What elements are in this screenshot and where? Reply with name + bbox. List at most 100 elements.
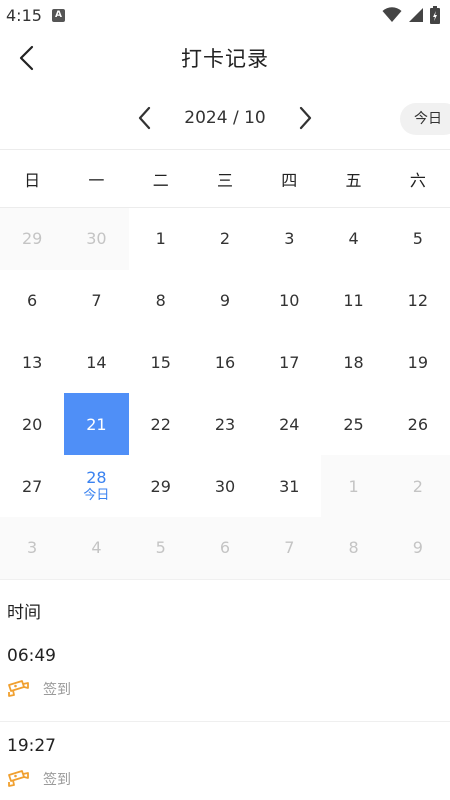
calendar-day-cell[interactable]: 5 [386,208,450,270]
day-number: 25 [343,414,364,434]
calendar-day-cell[interactable]: 7 [64,270,128,332]
calendar-day-cell[interactable]: 29 [0,208,65,270]
records-title: 时间 [7,602,41,623]
calendar-day-cell[interactable]: 31 [257,455,321,517]
calendar-day-cell[interactable]: 26 [386,393,450,455]
day-number: 22 [150,414,171,434]
calendar-day-cell[interactable]: 17 [257,332,321,394]
calendar-day-cell[interactable]: 23 [193,393,257,455]
day-number: 7 [91,291,102,311]
camera-icon [8,679,29,697]
calendar-day-cell[interactable]: 19 [386,332,450,394]
calendar-day-cell[interactable]: 21 [64,393,129,456]
calendar-day-cell[interactable]: 15 [129,332,193,394]
prev-month-button[interactable] [126,100,162,136]
calendar-day-cell[interactable]: 27 [0,455,64,517]
chevron-right-icon [299,106,311,129]
day-number: 9 [219,291,231,311]
weekday-label: 一 [88,170,105,190]
calendar-day-cell[interactable]: 3 [257,208,321,270]
calendar-day-cell[interactable]: 2 [193,208,257,270]
day-number: 1 [348,476,359,496]
calendar-day-cell[interactable]: 3 [0,516,65,579]
calendar-day-cell[interactable]: 25 [321,393,385,455]
calendar-day-cell[interactable]: 16 [193,332,257,394]
chevron-left-icon [19,45,34,71]
calendar-day-cell[interactable]: 30 [64,208,129,270]
day-number: 11 [343,291,364,311]
calendar-day-cell[interactable]: 5 [128,516,193,579]
day-number: 30 [214,476,236,496]
calendar-day-cell[interactable]: 18 [321,332,385,394]
page-title: 打卡记录 [181,47,269,71]
record-type-label: 签到 [43,681,71,698]
calendar-day-cell[interactable]: 28 今日 [64,455,128,517]
day-number: 5 [412,229,423,249]
calendar-day-cell[interactable]: 9 [385,516,450,579]
calendar-day-cell[interactable]: 13 [0,332,64,394]
calendar-day-cell[interactable]: 14 [64,332,128,394]
records-list: 06:49 签到 19:27 签到 [0,632,450,800]
day-number: 6 [219,538,231,558]
day-number: 27 [21,476,43,496]
day-number: 4 [91,538,102,558]
calendar-day-cell[interactable]: 4 [321,208,385,270]
record-type: 签到 [7,679,443,699]
calendar-day-cell[interactable]: 7 [257,516,322,579]
weekday-label: 三 [216,170,233,190]
record-type-label: 签到 [43,771,71,788]
calendar-day-cell[interactable]: 1 [321,455,386,517]
calendar-day-cell[interactable]: 30 [193,455,257,517]
day-number: 14 [86,352,107,372]
day-number: 26 [407,414,429,434]
day-number: 13 [21,352,43,372]
day-number: 1 [155,229,166,249]
day-number: 3 [284,229,295,249]
day-number: 16 [214,352,236,372]
status-right [382,6,440,24]
day-number: 28 [86,468,107,488]
calendar-day-cell[interactable]: 1 [129,208,193,270]
calendar-day-cell[interactable]: 29 [129,455,193,517]
app-bar: 打卡记录 [0,30,450,86]
calendar-day-cell[interactable]: 11 [321,270,385,332]
calendar-grid: 29 30 1 2 3 4 5 6 7 8 9 10 11 12 13 14 15 16 17 18 19 20 21 22 2… [0,208,450,579]
chevron-left-icon [139,106,151,129]
calendar-day-cell[interactable]: 12 [386,270,450,332]
status-bar: 4:15 A [0,0,450,30]
next-month-button[interactable] [288,100,324,136]
today-marker: 今日 [83,488,110,504]
calendar-day-cell[interactable]: 4 [64,516,129,579]
calendar-day-cell[interactable]: 6 [192,516,258,579]
day-number: 3 [27,538,38,558]
day-number: 6 [27,291,38,311]
signal-icon [409,8,423,22]
calendar-day-cell[interactable]: 8 [321,516,386,579]
calendar-day-cell[interactable]: 8 [129,270,193,332]
camera-icon [8,769,29,787]
calendar-day-cell[interactable]: 2 [385,455,450,517]
calendar-day-cell[interactable]: 24 [257,393,321,455]
wifi-icon [382,7,402,22]
status-time: 4:15 [6,5,42,25]
record-time: 19:27 [7,735,56,756]
week-header: 日 一 二 三 四 五 六 [0,150,450,208]
day-number: 9 [412,538,423,558]
record-time: 06:49 [7,645,56,666]
day-number: 29 [150,476,171,496]
day-number: 8 [155,291,166,311]
day-number: 2 [219,229,231,249]
day-number: 15 [150,352,171,372]
today-button[interactable]: 今日 [400,103,450,135]
calendar-day-cell[interactable]: 9 [193,270,257,332]
back-button[interactable] [6,38,46,78]
day-number: 10 [279,291,300,311]
day-number: 30 [86,229,107,249]
calendar-day-cell[interactable]: 6 [0,270,64,332]
record-type: 签到 [7,769,443,789]
calendar-day-cell[interactable]: 10 [257,270,321,332]
weekday-label: 二 [152,170,169,190]
calendar-day-cell[interactable]: 20 [0,393,64,455]
day-number: 4 [348,229,359,249]
calendar-day-cell[interactable]: 22 [129,393,193,455]
